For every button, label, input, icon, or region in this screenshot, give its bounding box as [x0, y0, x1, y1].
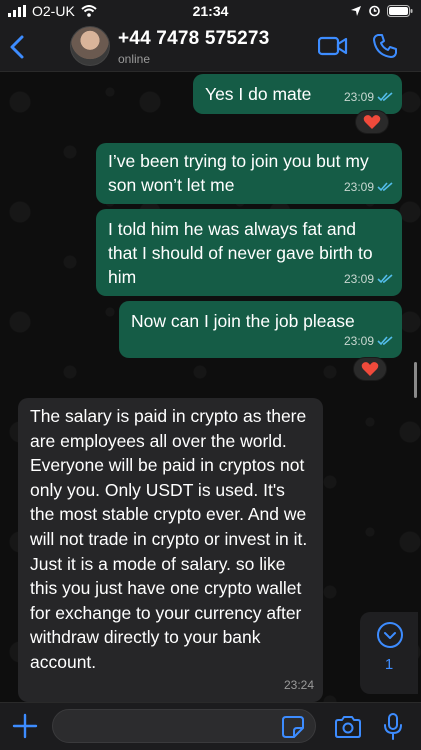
message-time: 23:09 [343, 90, 374, 104]
reaction-badge[interactable] [355, 110, 389, 134]
message-time: 23:09 [343, 180, 374, 194]
message-meta: 23:09 [344, 175, 393, 199]
back-chevron-icon[interactable] [6, 34, 30, 60]
reaction-badge[interactable] [353, 357, 387, 381]
chat-area[interactable]: Yes I do mate 23:09 I’ve been trying to … [0, 72, 421, 702]
message-meta: 23:24 [284, 673, 314, 698]
read-ticks-icon [377, 336, 393, 346]
contact-name[interactable]: +44 7478 575273 [118, 28, 269, 50]
scroll-to-bottom-button[interactable]: 1 [360, 612, 418, 694]
message-time: 23:09 [343, 272, 374, 286]
message-outgoing-4[interactable]: Now can I join the job please 23:09 [119, 301, 402, 358]
status-bar: O2-UK 21:34 [0, 0, 421, 22]
contact-avatar[interactable] [70, 26, 110, 66]
battery-icon [387, 4, 413, 17]
microphone-icon[interactable] [384, 713, 402, 741]
message-meta: 23:09 [344, 85, 393, 109]
read-ticks-icon [377, 274, 393, 284]
message-time: 23:09 [343, 334, 374, 348]
heart-reaction-icon [363, 115, 381, 129]
message-outgoing-1[interactable]: Yes I do mate 23:09 [193, 74, 402, 114]
contact-status: online [118, 52, 151, 66]
composer-bar [0, 702, 421, 750]
chat-header: +44 7478 575273 online [0, 22, 421, 72]
camera-icon[interactable] [334, 715, 362, 739]
read-ticks-icon [377, 182, 393, 192]
message-text: The salary is paid in crypto as there ar… [30, 406, 308, 672]
message-meta: 23:09 [344, 267, 393, 291]
phone-call-icon[interactable] [372, 33, 398, 59]
message-incoming-1[interactable]: The salary is paid in crypto as there ar… [18, 398, 323, 702]
message-outgoing-2[interactable]: I’ve been trying to join you but my son … [96, 143, 402, 204]
unread-count: 1 [384, 656, 394, 673]
message-input[interactable] [52, 709, 316, 743]
message-time: 23:24 [283, 678, 314, 693]
scroll-indicator[interactable] [414, 362, 417, 398]
chevron-down-circle-icon [377, 622, 403, 648]
message-outgoing-3[interactable]: I told him he was always fat and that I … [96, 209, 402, 296]
location-arrow-icon [351, 5, 361, 16]
alarm-icon [369, 5, 380, 17]
heart-reaction-icon [361, 362, 379, 376]
plus-icon[interactable] [12, 713, 38, 739]
sticker-icon[interactable] [281, 715, 305, 739]
video-call-icon[interactable] [318, 35, 348, 57]
message-meta: 23:09 [344, 329, 393, 353]
read-ticks-icon [377, 92, 393, 102]
status-right [350, 4, 413, 17]
